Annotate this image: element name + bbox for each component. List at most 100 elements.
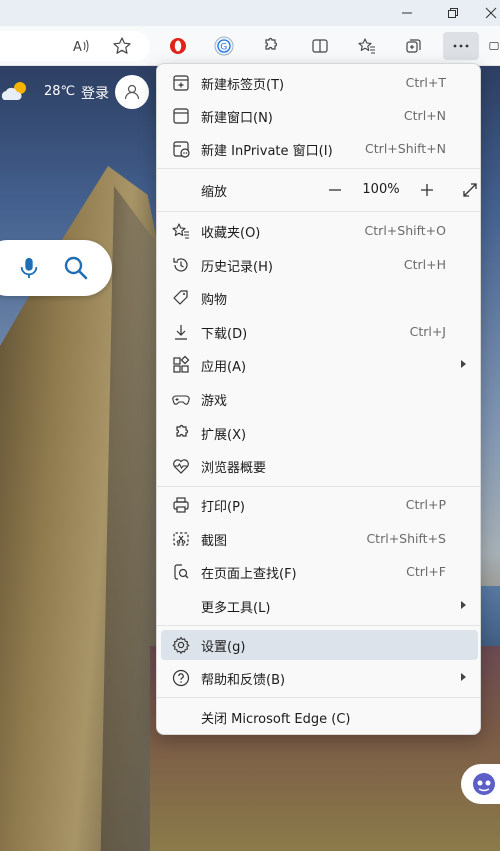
extensions-button[interactable] [255, 32, 285, 60]
menu-item-close-edge[interactable]: 关闭 Microsoft Edge (C) [161, 702, 478, 732]
zoom-out-icon [329, 189, 341, 191]
restore-button[interactable] [430, 0, 476, 26]
grammarly-extension-button[interactable]: G [209, 32, 239, 60]
menu-separator [157, 211, 480, 212]
menu-item-shopping[interactable]: 购物 [161, 283, 478, 313]
menu-item-shortcut: Ctrl+Shift+S [366, 531, 446, 546]
menu-separator [157, 697, 480, 698]
menu-item-print[interactable]: 打印(P) Ctrl+P [161, 490, 478, 520]
sign-in-link[interactable]: 登录 [81, 83, 109, 103]
menu-item-favorites[interactable]: 收藏夹(O) Ctrl+Shift+O [161, 216, 478, 246]
copilot-icon [473, 773, 495, 795]
print-icon [171, 495, 191, 515]
menu-item-history[interactable]: 历史记录(H) Ctrl+H [161, 250, 478, 280]
title-bar [0, 0, 500, 26]
submenu-arrow-icon [461, 601, 466, 609]
collections-icon [406, 39, 421, 53]
collections-button[interactable] [399, 32, 429, 60]
favorites-icon [358, 38, 375, 54]
submenu-arrow-icon [461, 673, 466, 681]
zoom-in-button[interactable] [413, 176, 441, 204]
sidebar-icon [489, 42, 499, 50]
menu-item-label: 购物 [201, 293, 228, 308]
menu-item-shortcut: Ctrl+T [405, 75, 446, 90]
close-window-button[interactable] [476, 0, 500, 26]
fullscreen-button[interactable] [456, 176, 484, 204]
partly-cloudy-icon [1, 82, 26, 100]
menu-item-settings[interactable]: 设置(g) [161, 630, 478, 660]
split-screen-icon [312, 39, 328, 53]
menu-item-shortcut: Ctrl+J [409, 324, 446, 339]
menu-separator [157, 625, 480, 626]
extensions-icon [171, 423, 191, 443]
new-tab-icon [171, 73, 191, 93]
menu-item-games[interactable]: 游戏 [161, 384, 478, 414]
menu-item-new-inprivate-window[interactable]: 新建 InPrivate 窗口(I) Ctrl+Shift+N [161, 134, 478, 164]
search-icon[interactable] [63, 255, 89, 281]
minimize-button[interactable] [384, 0, 430, 26]
zoom-in-icon [421, 184, 433, 196]
menu-item-more-tools[interactable]: 更多工具(L) [161, 591, 478, 621]
copilot-sidebar-button[interactable] [488, 32, 500, 60]
menu-item-apps[interactable]: 应用(A) [161, 350, 478, 380]
shopping-icon [171, 288, 191, 308]
menu-item-label: 截图 [201, 534, 228, 549]
menu-item-label: 下载(D) [201, 327, 248, 342]
opera-icon [170, 38, 186, 54]
favorite-star-icon [113, 37, 131, 54]
menu-separator [157, 486, 480, 487]
more-icon [453, 44, 469, 48]
menu-item-new-window[interactable]: 新建窗口(N) Ctrl+N [161, 101, 478, 131]
menu-item-label: 更多工具(L) [201, 601, 271, 616]
menu-item-label: 缩放 [201, 185, 228, 200]
minimize-icon [402, 12, 412, 14]
games-icon [171, 389, 191, 409]
read-aloud-button[interactable]: A [66, 32, 96, 60]
menu-item-label: 浏览器概要 [201, 461, 267, 476]
menu-item-label: 扩展(X) [201, 428, 247, 443]
menu-item-shortcut: Ctrl+F [406, 564, 446, 579]
add-favorite-button[interactable] [107, 32, 137, 60]
microphone-icon[interactable] [18, 255, 40, 281]
svg-text:A: A [73, 40, 82, 55]
menu-item-find-on-page[interactable]: 在页面上查找(F) Ctrl+F [161, 557, 478, 587]
history-icon [171, 255, 191, 275]
download-icon [171, 322, 191, 342]
menu-item-browser-essentials[interactable]: 浏览器概要 [161, 451, 478, 481]
menu-item-shortcut: Ctrl+Shift+N [365, 141, 446, 156]
search-box[interactable] [0, 240, 112, 296]
menu-item-shortcut: Ctrl+N [403, 108, 446, 123]
menu-item-extensions[interactable]: 扩展(X) [161, 418, 478, 448]
copilot-button[interactable] [461, 764, 500, 804]
extensions-icon [265, 37, 278, 50]
help-icon [171, 668, 191, 688]
menu-item-screenshot[interactable]: 截图 Ctrl+Shift+S [161, 524, 478, 554]
svg-text:G: G [220, 43, 227, 53]
menu-item-shortcut: Ctrl+Shift+O [364, 223, 446, 238]
screenshot-icon [171, 529, 191, 549]
avatar[interactable] [115, 75, 149, 109]
settings-and-more-button[interactable] [443, 32, 479, 60]
menu-item-label: 新建标签页(T) [201, 78, 285, 93]
settings-icon [171, 635, 191, 655]
menu-item-label: 帮助和反馈(B) [201, 673, 286, 688]
zoom-out-button[interactable] [321, 176, 349, 204]
menu-separator [157, 168, 480, 169]
menu-item-label: 收藏夹(O) [201, 226, 261, 241]
opera-extension-button[interactable] [163, 32, 193, 60]
inprivate-icon [171, 139, 191, 159]
weather-widget[interactable]: 28℃ [0, 80, 75, 102]
find-icon [171, 562, 191, 582]
settings-and-more-menu: 新建标签页(T) Ctrl+T 新建窗口(N) Ctrl+N 新建 InPriv… [156, 63, 481, 735]
menu-item-shortcut: Ctrl+P [405, 497, 446, 512]
zoom-level: 100% [362, 182, 400, 197]
menu-item-help-and-feedback[interactable]: 帮助和反馈(B) [161, 663, 478, 693]
grammarly-icon: G [214, 36, 234, 56]
split-screen-button[interactable] [305, 32, 335, 60]
menu-item-new-tab[interactable]: 新建标签页(T) Ctrl+T [161, 68, 478, 98]
menu-item-label: 设置(g) [201, 640, 246, 655]
favorites-button[interactable] [352, 32, 382, 60]
menu-item-downloads[interactable]: 下载(D) Ctrl+J [161, 317, 478, 347]
submenu-arrow-icon [461, 360, 466, 368]
temperature: 28℃ [44, 83, 76, 99]
